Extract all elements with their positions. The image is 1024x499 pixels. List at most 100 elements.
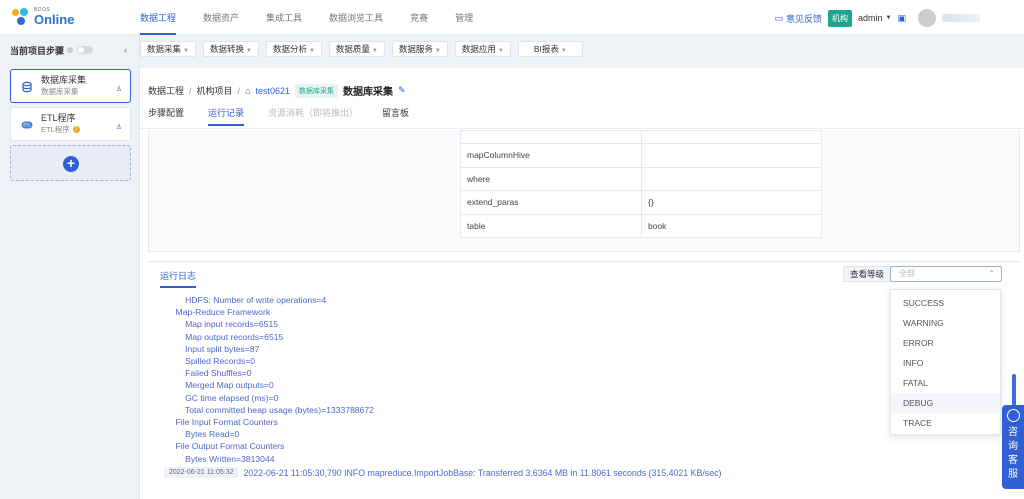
tab-bar: 步骤配置 运行记录 资源消耗（即将推出） 留言板 <box>148 106 409 126</box>
params-panel: mapColumnHive where extend_paras{} table… <box>148 130 1020 252</box>
table-row: where <box>460 166 822 191</box>
log-line: Bytes Written=3813044 <box>166 453 275 464</box>
category-data-app[interactable]: 数据应用 ▼ <box>454 41 511 57</box>
category-bi-report[interactable]: BI报表 ▼ <box>517 41 583 57</box>
breadcrumb-home[interactable]: test0621 <box>256 86 291 96</box>
step-title: 数据库采集 <box>41 75 87 85</box>
table-row: extend_paras{} <box>460 190 822 215</box>
category-data-service[interactable]: 数据服务 ▼ <box>391 41 448 57</box>
table-row: table book <box>460 213 822 238</box>
caret-down-icon: ▼ <box>885 15 892 21</box>
breadcrumb-root[interactable]: 数据工程 <box>148 84 184 97</box>
database-icon <box>22 81 32 93</box>
param-key: table <box>460 213 642 238</box>
level-option-debug[interactable]: DEBUG <box>891 393 1000 413</box>
nav-data-assets[interactable]: 数据资产 <box>203 0 239 35</box>
category-data-analysis[interactable]: 数据分析 ▼ <box>265 41 322 57</box>
log-final-entry: 2022-06-21 11:05:32 2022-06-21 11:05:30,… <box>164 467 721 478</box>
category-toolbar: 数据采集 ▼ 数据转换 ▼ 数据分析 ▼ 数据质量 ▼ 数据服务 ▼ 数据应用 ▼ BI报表… <box>140 41 583 57</box>
tab-step-config[interactable]: 步骤配置 <box>148 106 184 126</box>
tab-resource-usage: 资源消耗（即将推出） <box>268 108 359 118</box>
log-header: 运行日志 查看等级 全部 ⌃ <box>148 261 1020 288</box>
consult-char: 询 <box>1008 441 1018 452</box>
category-data-transform[interactable]: 数据转换 ▼ <box>202 41 259 57</box>
logo-icon <box>10 7 30 27</box>
consult-char: 咨 <box>1008 427 1018 438</box>
breadcrumb-project[interactable]: 机构项目 <box>197 84 233 97</box>
feedback-label: 意见反馈 <box>786 13 823 24</box>
log-line: Total committed heap usage (bytes)=13337… <box>166 404 374 415</box>
avatar[interactable] <box>918 9 936 27</box>
tab-message-board[interactable]: 留言板 <box>382 106 409 126</box>
step-subtitle: 数据库采集 <box>41 87 79 96</box>
nav-integration-tools[interactable]: 集成工具 <box>266 0 302 35</box>
step-card-db-collect[interactable]: 数据库采集 数据库采集 ♙ <box>10 69 131 103</box>
breadcrumb: 数据工程 / 机构项目 / ⌂ test0621 数据库采集 数据库采集 ✎ <box>148 83 406 98</box>
step-type-tag: 数据库采集 <box>295 83 339 98</box>
main-nav: 数据工程 数据资产 集成工具 数据浏览工具 竞赛 管理 <box>140 0 500 35</box>
chevron-down-icon: ▼ <box>308 48 315 54</box>
level-option-warning[interactable]: WARNING <box>891 313 1000 333</box>
timestamp-badge: 2022-06-21 11:05:32 <box>164 467 239 478</box>
param-key: where <box>460 166 642 191</box>
document-icon[interactable]: ▣ <box>897 13 906 24</box>
warning-icon: ! <box>72 126 80 133</box>
table-row <box>460 130 822 144</box>
user-menu[interactable]: admin ▼ <box>858 13 891 23</box>
chevron-down-icon: ▼ <box>560 48 567 54</box>
level-option-success[interactable]: SUCCESS <box>891 293 1000 313</box>
svg-text:ETL: ETL <box>23 123 31 128</box>
user-icon: ♙ <box>115 124 122 131</box>
table-row: mapColumnHive <box>460 143 822 168</box>
step-card-etl[interactable]: ETL ETL程序 ETL程序 ! ♙ <box>10 107 131 141</box>
chat-icon <box>1006 409 1020 422</box>
chevron-down-icon: ▼ <box>497 48 504 54</box>
app-logo[interactable]: BDOS Online <box>10 6 74 28</box>
chevron-up-icon: ⌃ <box>988 269 995 278</box>
consult-char: 客 <box>1008 455 1018 466</box>
log-output: HDFS: Number of write operations=4 Map-R… <box>166 294 886 465</box>
chevron-down-icon: ▼ <box>371 48 378 54</box>
user-name-redacted <box>942 14 980 22</box>
edit-icon[interactable]: ✎ <box>398 85 406 96</box>
param-key: mapColumnHive <box>460 143 642 168</box>
log-level-dropdown: SUCCESS WARNING ERROR INFO FATAL DEBUG T… <box>890 289 1001 435</box>
nav-management[interactable]: 管理 <box>455 0 473 35</box>
nav-competition[interactable]: 竞赛 <box>410 0 428 35</box>
tab-run-records[interactable]: 运行记录 <box>208 106 245 126</box>
feedback-icon: ▭ <box>774 12 783 23</box>
log-line: Bytes Read=0 <box>166 429 240 440</box>
feedback-link[interactable]: ▭ 意见反馈 <box>774 12 822 25</box>
category-data-quality[interactable]: 数据质量 ▼ <box>328 41 385 57</box>
step-subtitle: ETL程序 <box>41 125 70 134</box>
level-option-error[interactable]: ERROR <box>891 333 1000 353</box>
collapse-icon[interactable]: ‹ <box>124 45 127 55</box>
level-option-trace[interactable]: TRACE <box>891 413 1000 433</box>
level-option-info[interactable]: INFO <box>891 353 1000 373</box>
org-badge[interactable]: 机构 <box>828 9 853 27</box>
log-level-label: 查看等级 <box>843 266 892 282</box>
log-line: Map-Reduce Framework <box>166 307 271 318</box>
chevron-down-icon: ▼ <box>245 48 252 54</box>
param-value: {} <box>641 190 822 215</box>
chevron-down-icon: ▼ <box>183 48 189 54</box>
steps-toggle[interactable] <box>77 46 94 54</box>
tab-run-log[interactable]: 运行日志 <box>160 269 197 288</box>
nav-data-engineering[interactable]: 数据工程 <box>140 0 177 35</box>
level-option-fatal[interactable]: FATAL <box>891 373 1000 393</box>
param-value: book <box>641 213 822 238</box>
consult-service-button[interactable]: 咨 询 客 服 <box>1002 405 1024 489</box>
step-title: ETL程序 <box>41 113 76 123</box>
param-value <box>641 143 822 168</box>
user-name: admin <box>858 13 883 23</box>
add-step-button[interactable]: + <box>63 156 79 172</box>
category-data-collect[interactable]: 数据采集 ▼ <box>140 41 196 57</box>
log-level-select[interactable]: 全部 ⌃ <box>890 266 1002 282</box>
nav-data-browse-tools[interactable]: 数据浏览工具 <box>329 0 383 35</box>
log-line: Merged Map outputs=0 <box>166 380 274 391</box>
user-icon: ♙ <box>115 86 122 93</box>
consult-char: 服 <box>1008 469 1018 480</box>
add-step-area[interactable]: + <box>10 145 131 181</box>
logo-text: Online <box>34 12 75 27</box>
steps-title: 当前项目步骤 <box>10 45 65 56</box>
